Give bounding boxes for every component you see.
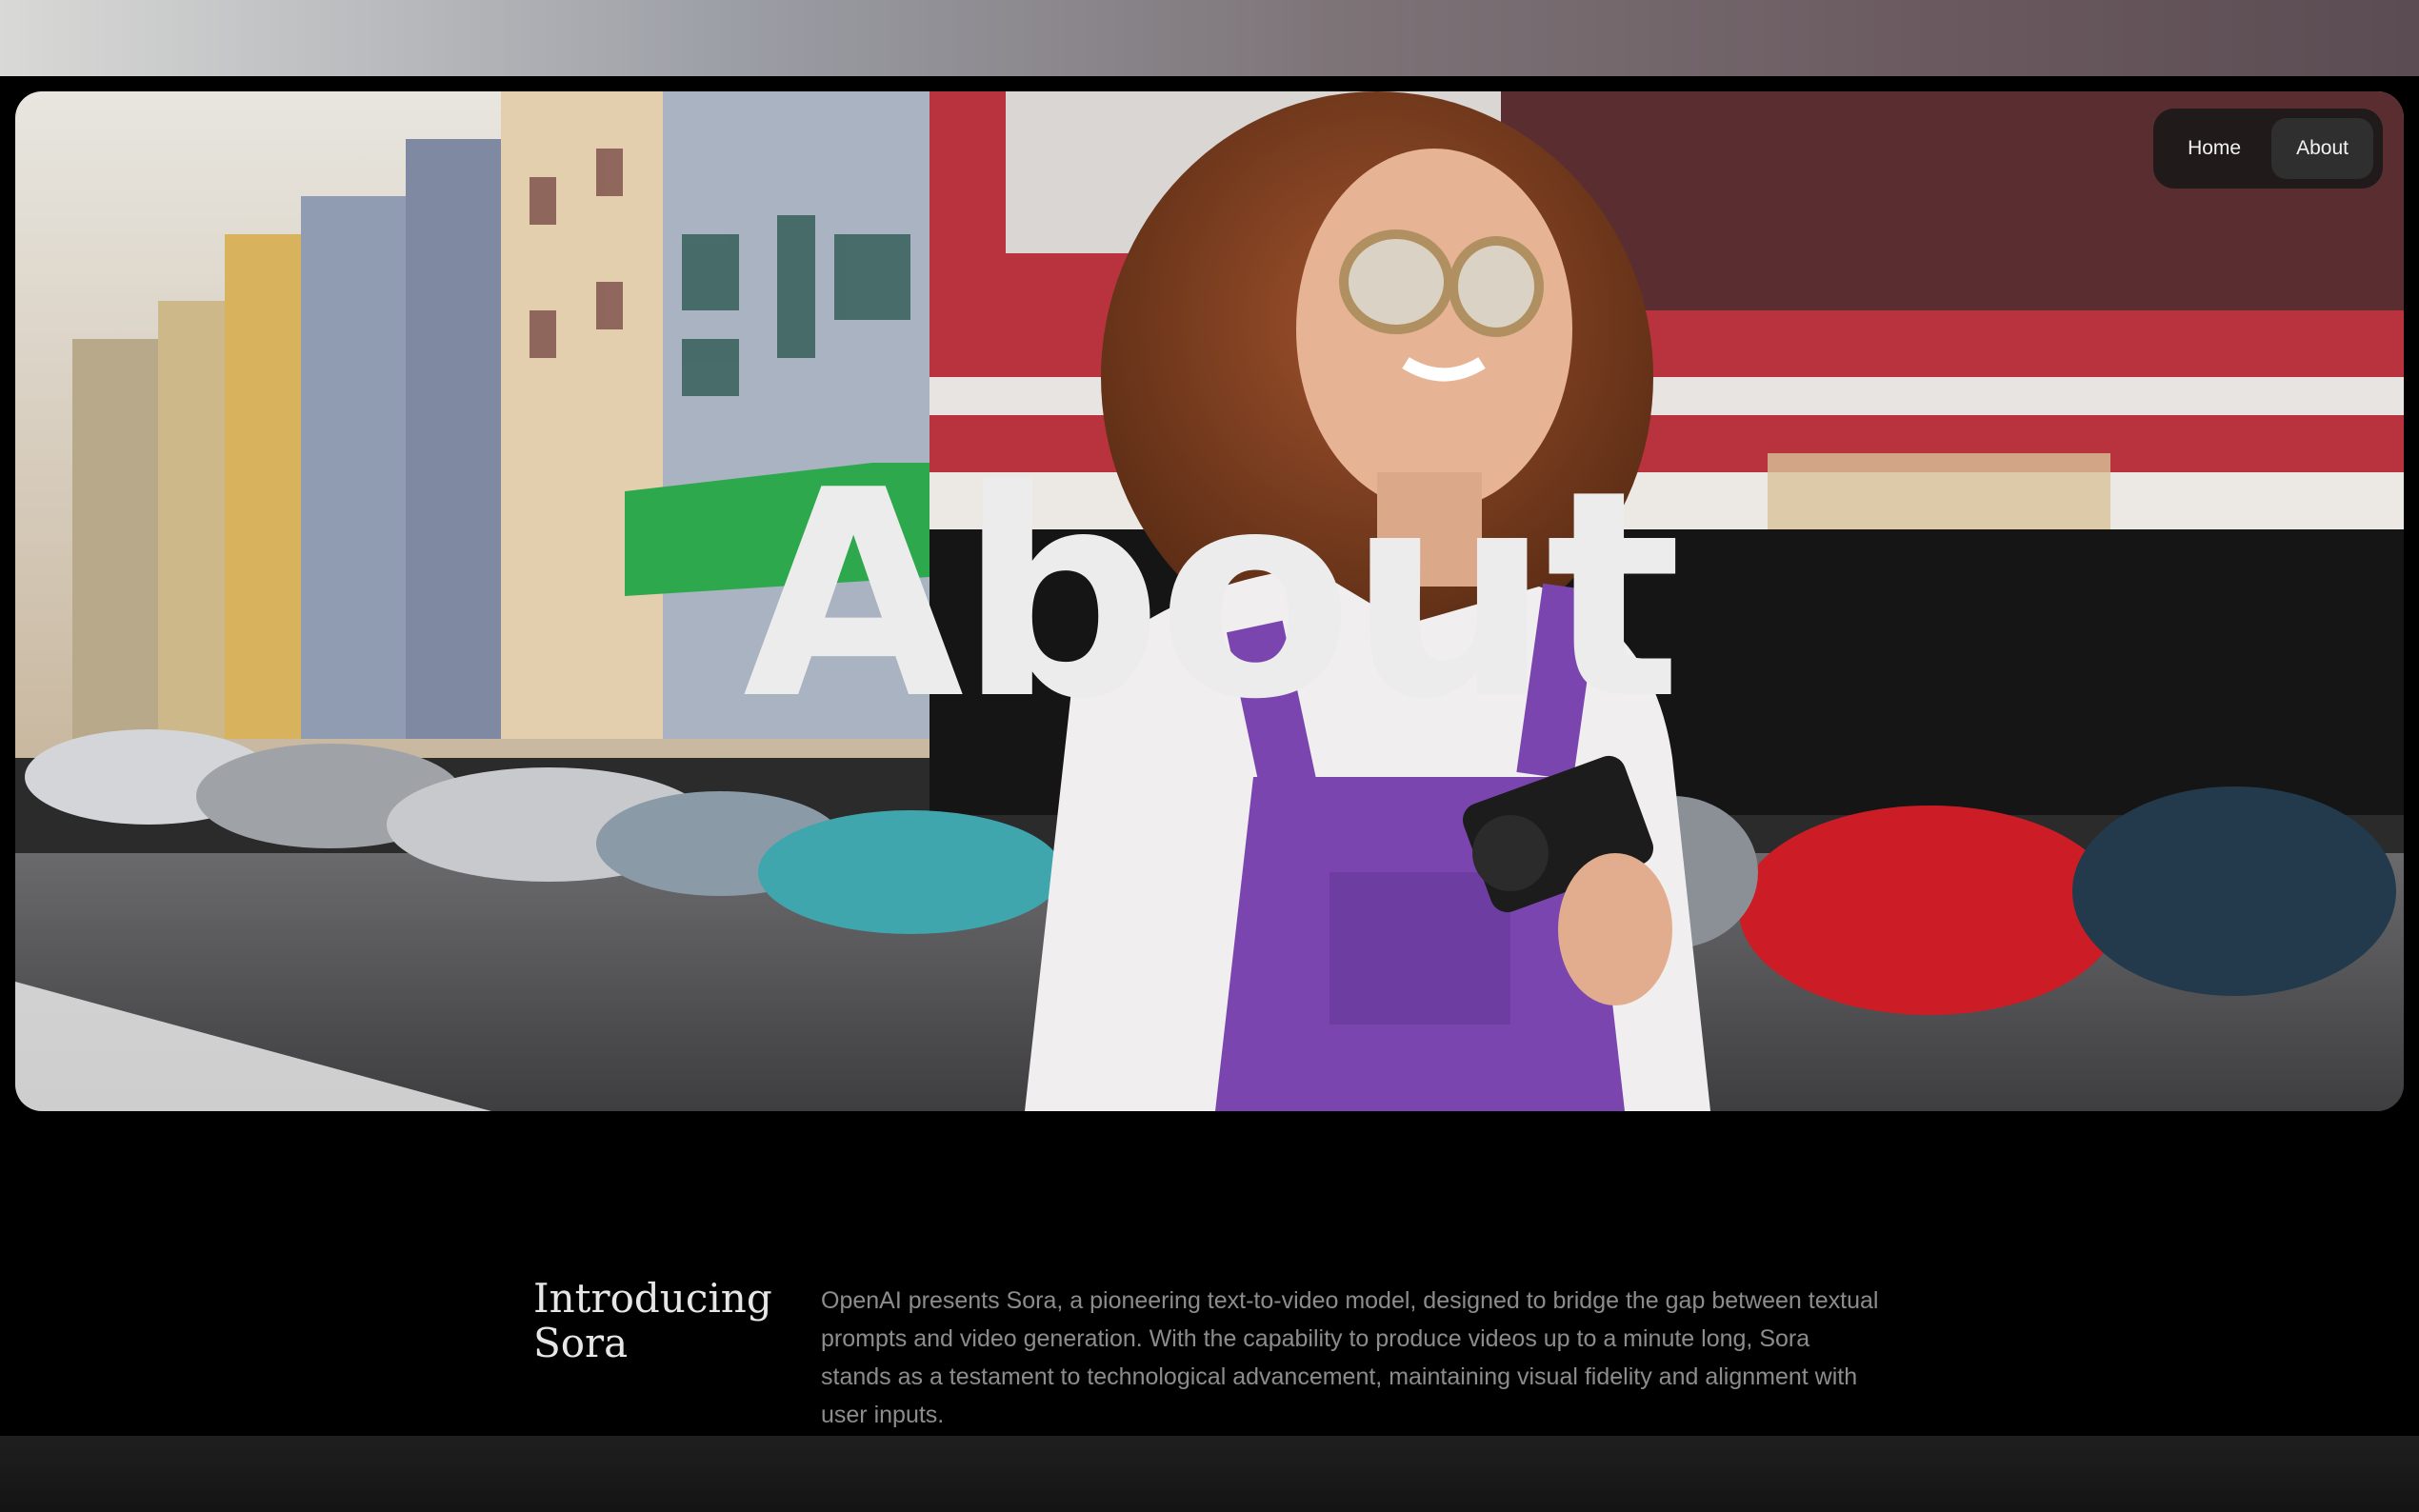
hero-title: About xyxy=(742,429,1682,762)
intro-heading-line1: Introducing xyxy=(533,1275,772,1322)
hero-banner: About Home About xyxy=(15,91,2404,1111)
intro-section: Introducing Sora OpenAI presents Sora, a… xyxy=(533,1276,1886,1434)
intro-paragraph: OpenAI presents Sora, a pioneering text-… xyxy=(821,1287,1879,1428)
nav-home-link[interactable]: Home xyxy=(2163,118,2266,179)
nav-about-link[interactable]: About xyxy=(2271,118,2373,179)
bottom-gradient xyxy=(0,1436,2419,1512)
browser-top-gradient xyxy=(0,0,2419,76)
intro-heading-line2: Sora xyxy=(533,1320,629,1366)
top-nav: Home About xyxy=(2153,109,2383,189)
intro-heading: Introducing Sora xyxy=(533,1276,821,1434)
